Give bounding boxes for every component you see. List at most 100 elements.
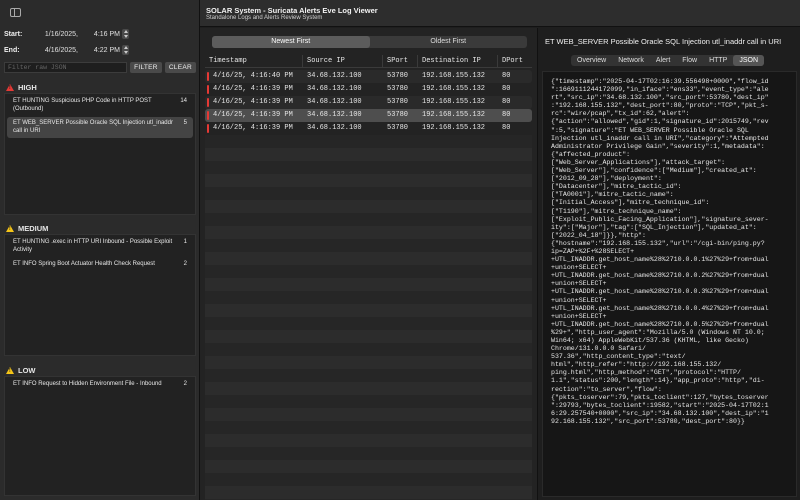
- cell-timestamp: 4/16/25, 4:16:40 PM: [213, 72, 293, 80]
- alert-item[interactable]: ET HUNTING Suspicious PHP Code in HTTP P…: [7, 95, 193, 116]
- table-row[interactable]: 4/16/25, 4:16:39 PM 34.68.132.100 53780 …: [205, 96, 532, 109]
- alert-item-count: 2: [183, 381, 187, 387]
- tab-network[interactable]: Network: [612, 55, 650, 66]
- json-line: 1.1","status":200,"length":14},"app_prot…: [551, 377, 765, 385]
- filter-button[interactable]: FILTER: [130, 62, 162, 73]
- table-row[interactable]: 4/16/25, 4:16:39 PM 34.68.132.100 53780 …: [205, 83, 532, 96]
- filter-input[interactable]: [4, 62, 128, 73]
- column-header-destination-ip[interactable]: Destination IP: [418, 55, 498, 67]
- json-line: ["TA0001"],"mitre_tactic_name":: [551, 191, 674, 199]
- cell-dport: 80: [502, 98, 511, 106]
- cell-source-ip: 34.68.132.100: [307, 124, 362, 132]
- start-stepper[interactable]: [122, 29, 129, 39]
- json-line: ip=ZAP+%2F+%28SELECT+: [551, 247, 635, 255]
- alert-item-count: 14: [180, 98, 187, 104]
- json-line: ":5,"signature":"ET WEB_SERVER Possible …: [551, 126, 749, 134]
- cell-source-ip: 34.68.132.100: [307, 72, 362, 80]
- cell-timestamp: 4/16/25, 4:16:39 PM: [213, 111, 293, 119]
- alert-item[interactable]: ET HUNTING .exec in HTTP URI Inbound - P…: [7, 236, 193, 257]
- json-line: ["2012_09_28"],"deployment":: [551, 175, 662, 183]
- json-line: +UTL_INADDR.get_host_name%28%2710.0.0.2%…: [551, 272, 769, 280]
- end-label: End:: [4, 46, 20, 54]
- column-header-dport[interactable]: DPort: [498, 55, 532, 67]
- high-label: HIGH: [18, 83, 37, 92]
- json-line: ["Exploit_Public_Facing_Application"],"s…: [551, 215, 769, 223]
- start-date-row: Start: 1/16/2025, 4:16 PM: [4, 28, 129, 40]
- sort-oldest-button[interactable]: Oldest First: [370, 36, 528, 48]
- filter-row: FILTER CLEAR: [4, 62, 196, 74]
- column-header-timestamp[interactable]: Timestamp: [205, 55, 303, 67]
- tab-alert[interactable]: Alert: [650, 55, 676, 66]
- alert-item-title: ET WEB_SERVER Possible Oracle SQL Inject…: [13, 120, 173, 134]
- cell-sport: 53780: [387, 85, 409, 93]
- cell-sport: 53780: [387, 124, 409, 132]
- json-line: ["T1190"],"mitre_technique_name":: [551, 207, 682, 215]
- alert-item[interactable]: ET WEB_SERVER Possible Oracle SQL Inject…: [7, 117, 193, 138]
- severity-marker: [207, 124, 209, 133]
- json-line: {"action":"allowed","gid":1,"signature_i…: [551, 118, 769, 126]
- low-alert-list: ET INFO Request to Hidden Environment Fi…: [4, 376, 196, 496]
- table-row[interactable]: 4/16/25, 4:16:39 PM 34.68.132.100 53780 …: [205, 122, 532, 135]
- json-line: ["Initial_Access"],"mitre_technique_id":: [551, 199, 710, 207]
- table-row[interactable]: 4/16/25, 4:16:39 PM 34.68.132.100 53780 …: [205, 109, 532, 122]
- cell-source-ip: 34.68.132.100: [307, 85, 362, 93]
- json-line: ["Web_Server"],"confidence":["Medium"],"…: [551, 167, 757, 175]
- start-date-field[interactable]: 1/16/2025,: [36, 31, 78, 38]
- medium-severity-header: MEDIUM: [6, 224, 48, 233]
- cell-source-ip: 34.68.132.100: [307, 111, 362, 119]
- cell-destination-ip: 192.168.155.132: [422, 85, 486, 93]
- alert-item[interactable]: ET INFO Request to Hidden Environment Fi…: [7, 378, 193, 392]
- start-time-field[interactable]: 4:16 PM: [82, 31, 120, 38]
- severity-marker: [207, 72, 209, 81]
- cell-sport: 53780: [387, 72, 409, 80]
- json-line: html","http_refer":"http://192.168.155.1…: [551, 361, 722, 369]
- cell-dport: 80: [502, 124, 511, 132]
- json-line: +union+SELECT+: [551, 264, 607, 272]
- end-time-field[interactable]: 4:22 PM: [82, 47, 120, 54]
- severity-marker: [207, 111, 209, 120]
- detail-panel: ET WEB_SERVER Possible Oracle SQL Inject…: [537, 28, 800, 500]
- tab-flow[interactable]: Flow: [676, 55, 703, 66]
- json-line: Win64; x64) AppleWebKit/537.36 (KHTML, l…: [551, 337, 749, 344]
- tab-http[interactable]: HTTP: [703, 55, 733, 66]
- json-line: ["2022_04_18"]}},"http":: [551, 231, 646, 239]
- alert-item[interactable]: ET INFO Spring Boot Actuator Health Chec…: [7, 258, 193, 272]
- end-stepper[interactable]: [122, 45, 129, 55]
- high-severity-header: HIGH: [6, 83, 37, 92]
- json-view[interactable]: {"timestamp":"2025-04-17T02:16:39.556498…: [542, 71, 797, 497]
- clear-button[interactable]: CLEAR: [164, 62, 196, 73]
- json-line: ["Datacenter"],"mitre_tactic_id":: [551, 183, 682, 191]
- json-line: +UTL_INADDR.get_host_name%28%2710.0.0.3%…: [551, 288, 769, 296]
- json-line: {"hostname":"192.168.155.132","url":"/cg…: [551, 239, 765, 247]
- json-line: ":29793,"bytes_toclient":19582,"start":"…: [551, 401, 769, 409]
- json-line: rection":"to_server","flow":: [551, 385, 662, 393]
- json-line: Administrator Privilege Gain","severity"…: [551, 142, 765, 150]
- cell-timestamp: 4/16/25, 4:16:39 PM: [213, 98, 293, 106]
- column-header-source-ip[interactable]: Source IP: [303, 55, 383, 67]
- title-bar: SOLAR System - Suricata Alerts Eve Log V…: [200, 0, 800, 27]
- column-header-sport[interactable]: SPort: [383, 55, 418, 67]
- cell-sport: 53780: [387, 111, 409, 119]
- table-row[interactable]: 4/16/25, 4:16:40 PM 34.68.132.100 53780 …: [205, 70, 532, 83]
- medium-alert-list: ET HUNTING .exec in HTTP URI Inbound - P…: [4, 234, 196, 356]
- json-line: +union+SELECT+: [551, 280, 607, 288]
- end-date-field[interactable]: 4/16/2025,: [36, 47, 78, 54]
- low-label: LOW: [18, 366, 36, 375]
- cell-timestamp: 4/16/25, 4:16:39 PM: [213, 85, 293, 93]
- alert-item-title: ET INFO Request to Hidden Environment Fi…: [13, 381, 162, 387]
- json-line: 6:29.257540+0000","src_ip":"34.68.132.10…: [551, 409, 769, 417]
- table-header: Timestamp Source IP SPort Destination IP…: [205, 55, 532, 68]
- app-title: SOLAR System - Suricata Alerts Eve Log V…: [206, 6, 378, 15]
- tab-json[interactable]: JSON: [733, 55, 765, 66]
- cell-destination-ip: 192.168.155.132: [422, 72, 486, 80]
- json-line: Injection utl_inaddr call in URI","categ…: [551, 134, 769, 142]
- json-line: +union+SELECT+: [551, 312, 607, 320]
- sidebar-toggle-icon[interactable]: [10, 8, 21, 17]
- json-line: rt","src_ip":"34.68.132.100","src_port":…: [551, 94, 769, 102]
- sort-segmented-control: Newest First Oldest First: [212, 36, 527, 48]
- cell-destination-ip: 192.168.155.132: [422, 124, 486, 132]
- alert-item-count: 2: [183, 261, 187, 267]
- sort-newest-button[interactable]: Newest First: [212, 36, 370, 48]
- tab-overview[interactable]: Overview: [571, 55, 612, 66]
- severity-marker: [207, 98, 209, 107]
